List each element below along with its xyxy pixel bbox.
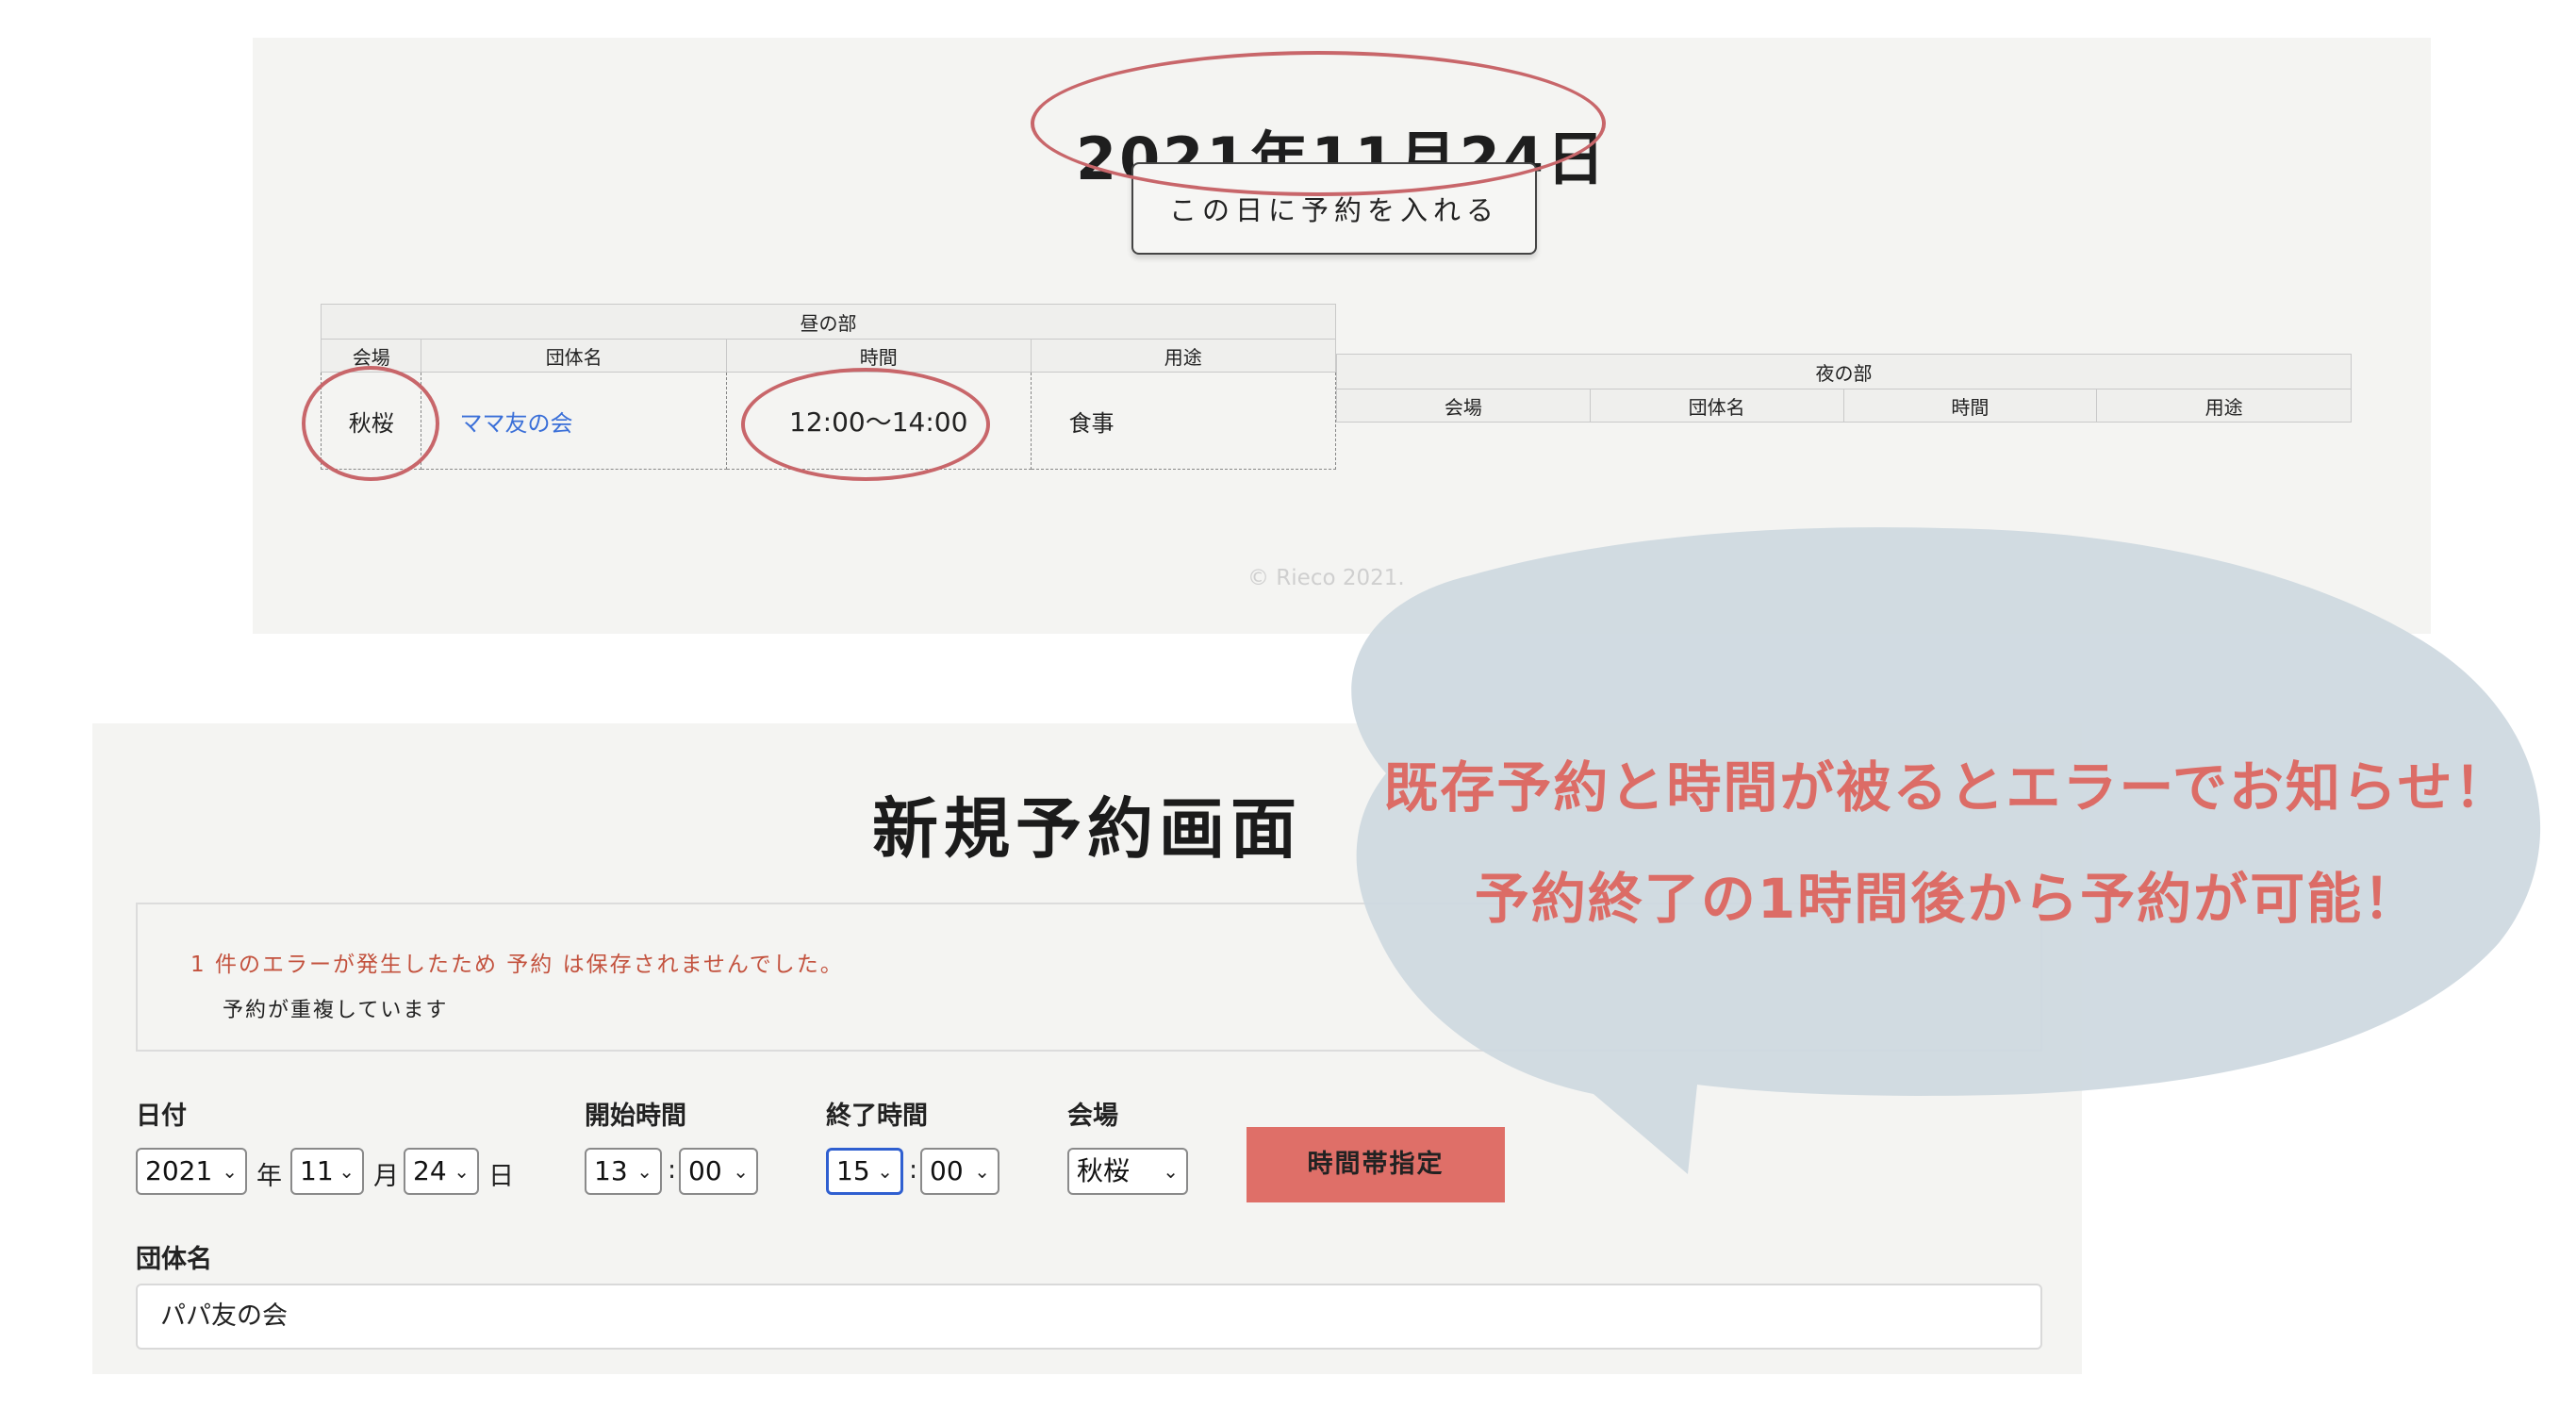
- speech-bubble: [1351, 527, 2541, 1174]
- speech-bubble-shape: [1351, 527, 2541, 1174]
- callout-line-2: 予約終了の1時間後から予約が可能！: [1474, 867, 2420, 931]
- callout-line-1: 既存予約と時間が被るとエラーでお知らせ！: [1383, 755, 2511, 820]
